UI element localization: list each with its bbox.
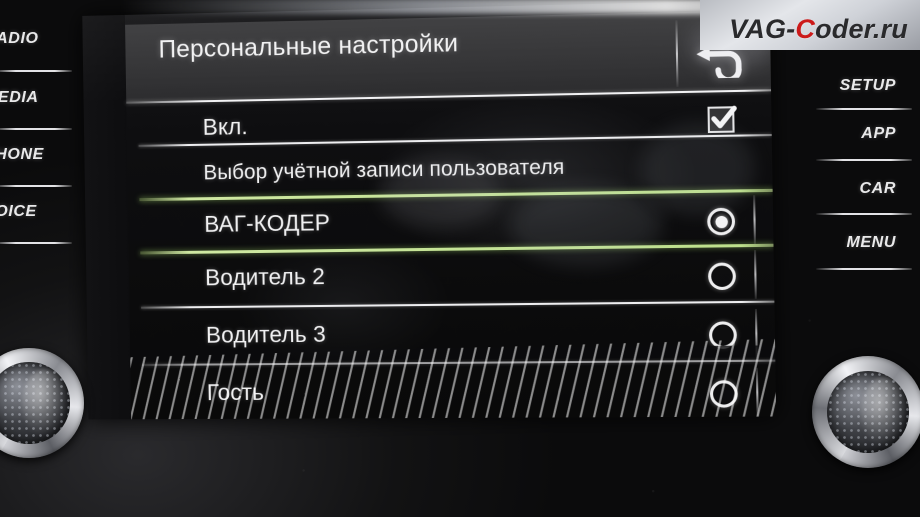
list-item-user-driver-3[interactable]: Водитель 3 [130,307,776,364]
hardkey-divider [0,242,72,244]
titlebar-divider [675,20,679,88]
hardkey-setup[interactable]: SETUP [840,77,896,95]
hardkey-voice[interactable]: VOICE [0,203,37,221]
user-radio[interactable] [707,262,737,291]
list-item-label: ВАГ-КОДЕР [204,209,331,237]
list-item-label: Вкл. [202,113,248,140]
knob-highlight [22,368,69,438]
user-radio[interactable] [709,380,738,408]
list-item-label: Водитель 2 [204,263,326,291]
right-rotary-knob[interactable] [812,356,920,468]
row-divider [754,308,758,358]
settings-list: Вкл. Выбор учётной записи пользователя В… [126,91,777,420]
knob-face [826,370,910,454]
watermark-accent: C [795,14,816,44]
list-item-user-guest[interactable]: Гость [130,366,776,420]
hardkey-divider [816,159,912,161]
list-item-user-driver-2[interactable]: Водитель 2 [129,248,775,307]
hardkey-divider [0,128,72,130]
enable-checkbox[interactable] [707,106,734,134]
hardkey-app[interactable]: APP [861,125,896,143]
hardkey-media[interactable]: MEDIA [0,89,39,107]
hardkey-car[interactable]: CAR [860,180,896,198]
hardkey-phone[interactable]: PHONE [0,146,44,164]
list-item-label: Гость [206,379,265,406]
hardkey-divider [816,268,912,270]
watermark-prefix: VAG- [729,14,796,44]
watermark-suffix: oder.ru [815,14,908,44]
infotainment-screen[interactable]: Персональные настройки Вкл. Выбор учётно… [82,0,777,420]
list-item-label: Водитель 3 [205,320,327,348]
section-header-label: Выбор учётной записи пользователя [203,155,565,185]
hardkey-menu[interactable]: MENU [846,234,896,252]
infotainment-photo: RADIO MEDIA PHONE VOICE SETUP APP CAR ME… [0,0,920,517]
user-radio-selected[interactable] [707,207,736,236]
row-divider [753,250,757,299]
knob-face [0,362,70,444]
hardkey-divider [816,108,912,110]
site-watermark: VAG-Coder.ru [729,14,908,45]
knob-highlight [861,377,908,447]
hardkey-radio[interactable]: RADIO [0,30,39,48]
row-divider [755,367,759,417]
hardkey-divider [816,213,912,215]
checkmark-icon [707,101,740,134]
hardkey-divider [0,185,72,187]
row-divider [753,195,756,244]
hardkey-divider [0,70,72,72]
user-radio[interactable] [708,321,738,349]
